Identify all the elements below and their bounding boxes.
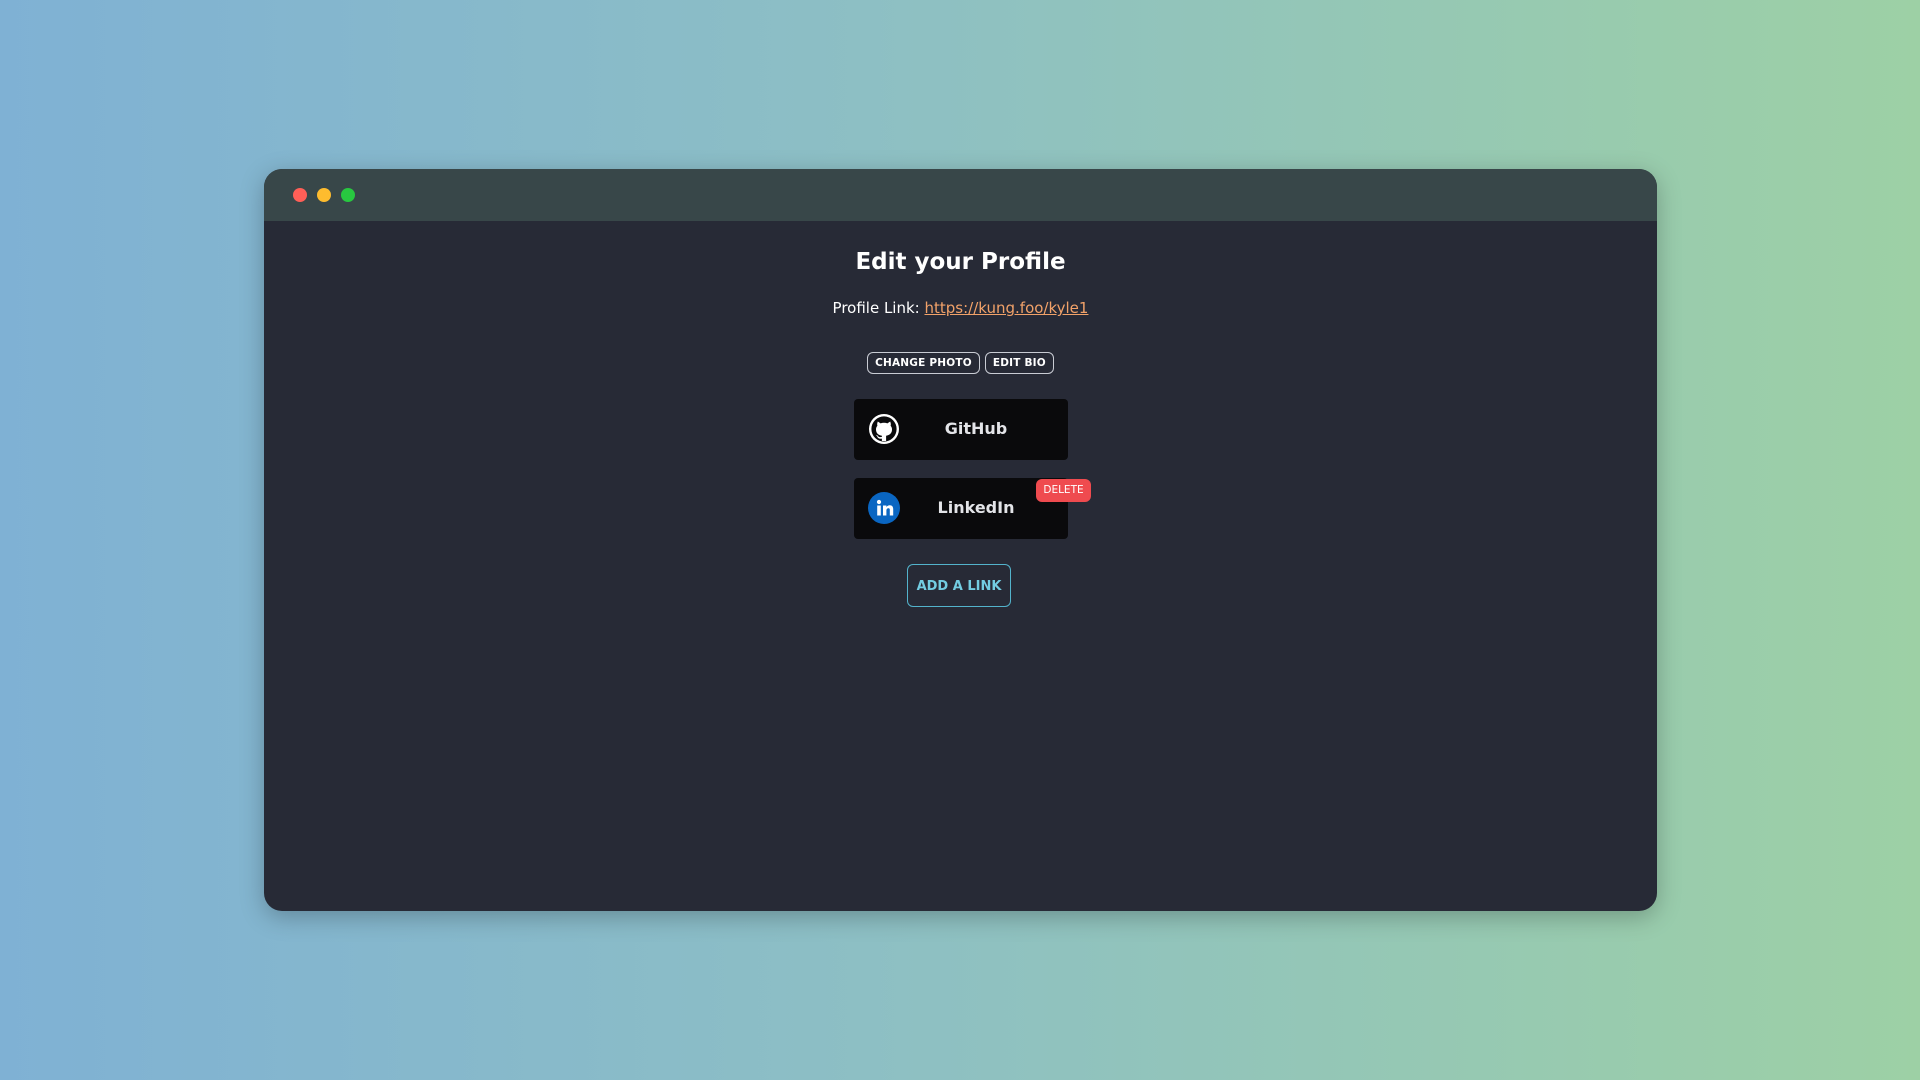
app-window: Edit your Profile Profile Link: https://… [264, 169, 1657, 911]
profile-link-row: Profile Link: https://kung.foo/kyle1 [264, 299, 1657, 317]
profile-link-label: Profile Link: [832, 299, 920, 317]
minimize-window-button[interactable] [317, 188, 331, 202]
edit-bio-button[interactable]: EDIT BIO [984, 352, 1054, 374]
page-title: Edit your Profile [855, 249, 1066, 275]
link-card-label: GitHub [944, 419, 1008, 438]
add-link-button[interactable]: ADD A LINK [907, 564, 1011, 607]
profile-editor: Edit your Profile Profile Link: https://… [264, 221, 1657, 911]
close-window-button[interactable] [293, 188, 307, 202]
link-card-label: LinkedIn [937, 498, 1015, 517]
change-photo-button[interactable]: CHANGE PHOTO [867, 352, 980, 374]
link-card-github[interactable]: GitHub [854, 399, 1068, 460]
delete-link-button[interactable]: DELETE [1036, 479, 1091, 502]
window-titlebar [264, 169, 1657, 221]
profile-link[interactable]: https://kung.foo/kyle1 [925, 299, 1089, 317]
maximize-window-button[interactable] [341, 188, 355, 202]
profile-actions: CHANGE PHOTO EDIT BIO [264, 352, 1657, 374]
